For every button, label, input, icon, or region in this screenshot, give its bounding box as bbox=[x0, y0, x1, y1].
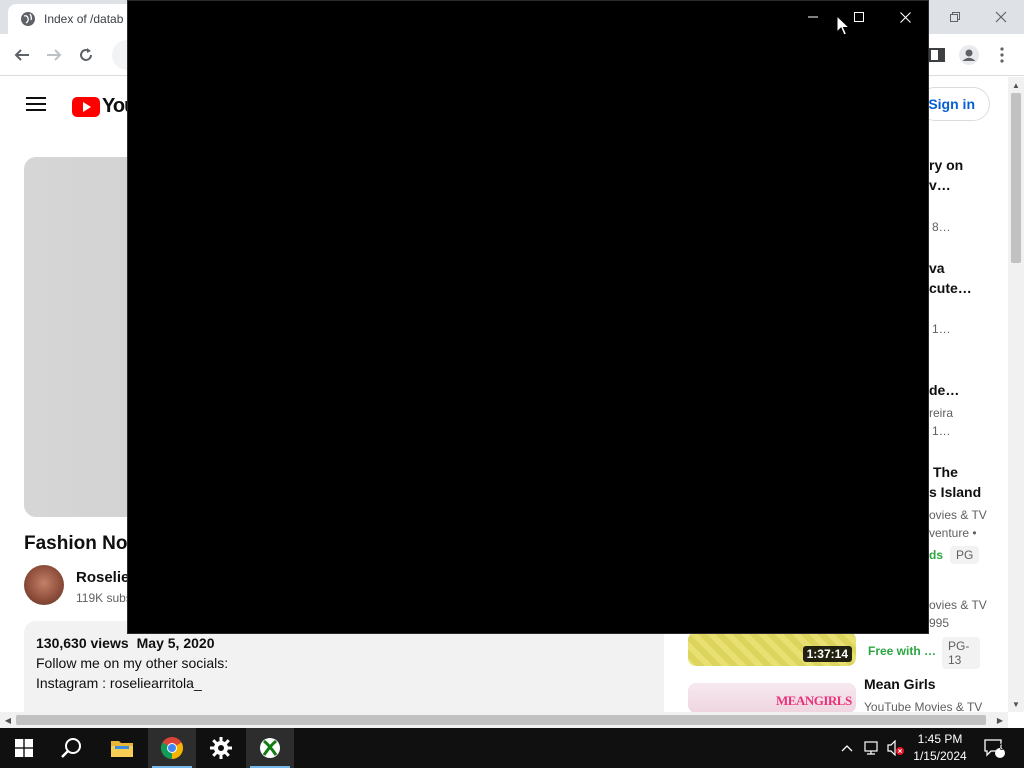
rec-title-fragment[interactable]: de… bbox=[929, 382, 959, 398]
video-title: Fashion Nov bbox=[24, 533, 139, 554]
description-line: Instagram : roseliearritola_ bbox=[36, 675, 202, 691]
settings-taskbar-button[interactable] bbox=[197, 728, 245, 768]
mouse-cursor-icon bbox=[836, 15, 850, 36]
rating-badge: PG bbox=[950, 546, 980, 564]
search-icon bbox=[61, 738, 81, 758]
profile-button[interactable] bbox=[955, 41, 983, 69]
free-with-ads-badge: ds bbox=[929, 548, 944, 562]
rec-title-fragment[interactable]: v… bbox=[929, 177, 951, 193]
scroll-up-icon[interactable]: ▲ bbox=[1008, 77, 1024, 93]
rec-meta-fragment: 1… bbox=[932, 424, 951, 438]
chrome-taskbar-button[interactable] bbox=[148, 728, 196, 768]
scroll-thumb[interactable] bbox=[1011, 93, 1021, 263]
black-app-window[interactable] bbox=[127, 0, 929, 634]
start-button[interactable] bbox=[0, 728, 48, 768]
hamburger-menu-icon[interactable] bbox=[26, 97, 46, 111]
browser-restore-button[interactable] bbox=[932, 0, 978, 34]
rec-title-fragment[interactable]: ry on bbox=[929, 157, 963, 173]
rec-title[interactable]: Mean Girls bbox=[864, 676, 936, 692]
taskbar-search-button[interactable] bbox=[48, 728, 96, 768]
rec-meta-fragment: 1… bbox=[932, 322, 951, 336]
kebab-menu-icon bbox=[1000, 47, 1004, 63]
desktop: Index of /datab You Sign in Fashion Nov … bbox=[0, 0, 1024, 768]
xbox-icon bbox=[260, 738, 280, 758]
scroll-down-icon[interactable]: ▼ bbox=[1008, 696, 1024, 712]
vertical-scrollbar[interactable]: ▲ ▼ bbox=[1008, 77, 1024, 712]
minimize-button[interactable] bbox=[790, 1, 836, 33]
xbox-taskbar-button[interactable] bbox=[246, 728, 294, 768]
chevron-up-icon bbox=[841, 745, 853, 752]
rec-title-fragment[interactable]: s Island bbox=[929, 484, 981, 500]
description-line: Follow me on my other socials: bbox=[36, 655, 229, 671]
rec-channel-fragment: ovies & TV bbox=[929, 508, 987, 522]
arrow-right-icon bbox=[47, 49, 62, 61]
rating-badge: PG-13 bbox=[942, 637, 980, 669]
video-duration: 1:37:14 bbox=[802, 646, 852, 662]
show-hidden-icons-button[interactable] bbox=[838, 728, 856, 768]
rec-year-fragment: 995 bbox=[929, 616, 950, 630]
rec-genre-fragment: venture • bbox=[929, 526, 977, 540]
rec-thumbnail[interactable]: 1:37:14 bbox=[688, 632, 856, 666]
volume-button[interactable] bbox=[884, 728, 906, 768]
channel-name[interactable]: Roselie bbox=[76, 569, 129, 586]
clock-date: 1/15/2024 bbox=[913, 749, 967, 763]
youtube-play-icon bbox=[72, 96, 100, 117]
file-explorer-icon bbox=[111, 741, 133, 757]
reload-button[interactable] bbox=[72, 41, 100, 69]
settings-gear-icon bbox=[210, 737, 232, 759]
close-icon bbox=[995, 11, 1007, 23]
scroll-thumb[interactable] bbox=[16, 715, 986, 725]
clock-time: 1:45 PM bbox=[917, 732, 963, 746]
volume-muted-icon bbox=[887, 740, 904, 756]
rec-title-fragment[interactable]: The bbox=[933, 464, 958, 480]
chrome-icon bbox=[161, 737, 183, 759]
subscriber-count: 119K subs bbox=[76, 591, 132, 605]
browser-close-button[interactable] bbox=[978, 0, 1024, 34]
rec-channel-fragment: ovies & TV bbox=[929, 598, 987, 612]
profile-icon bbox=[959, 45, 979, 65]
rec-meta-fragment: 8… bbox=[932, 220, 951, 234]
action-center-button[interactable]: 3 bbox=[980, 728, 1008, 768]
close-icon bbox=[899, 11, 911, 23]
close-window-button[interactable] bbox=[882, 1, 928, 33]
start-icon bbox=[15, 739, 33, 757]
tab-title: Index of /datab bbox=[44, 12, 124, 26]
globe-icon bbox=[21, 12, 35, 26]
reload-icon bbox=[80, 48, 92, 61]
youtube-logo[interactable]: You bbox=[72, 95, 136, 118]
video-description[interactable]: 130,630 views May 5, 2020 Follow me on my… bbox=[24, 621, 664, 713]
forward-button[interactable] bbox=[40, 41, 68, 69]
upload-date: May 5, 2020 bbox=[136, 635, 215, 651]
windows-taskbar: 1:45 PM 1/15/2024 3 bbox=[0, 728, 1024, 768]
network-icon bbox=[864, 741, 878, 755]
rec-title-fragment[interactable]: cute… bbox=[929, 280, 972, 296]
scroll-left-icon[interactable]: ◀ bbox=[0, 712, 16, 728]
notification-count: 3 bbox=[999, 742, 1005, 752]
free-with-ads-badge: Free with … bbox=[868, 644, 937, 658]
system-clock[interactable]: 1:45 PM 1/15/2024 bbox=[906, 731, 974, 765]
rec-channel-fragment: reira bbox=[929, 406, 954, 420]
restore-icon bbox=[950, 12, 960, 22]
sign-in-label: Sign in bbox=[928, 96, 975, 112]
browser-menu-button[interactable] bbox=[988, 41, 1016, 69]
channel-avatar[interactable] bbox=[24, 565, 64, 605]
scroll-right-icon[interactable]: ▶ bbox=[992, 712, 1008, 728]
thumbnail-text: MEANGIRLS bbox=[776, 693, 852, 708]
view-count: 130,630 views bbox=[36, 635, 129, 651]
rec-title-fragment[interactable]: va bbox=[929, 260, 945, 276]
rec-thumbnail[interactable]: MEANGIRLS bbox=[688, 683, 856, 713]
side-panel-icon bbox=[929, 48, 945, 62]
minimize-icon bbox=[808, 16, 818, 18]
maximize-icon bbox=[854, 12, 864, 22]
back-button[interactable] bbox=[8, 41, 36, 69]
arrow-left-icon bbox=[14, 49, 29, 61]
file-explorer-button[interactable] bbox=[98, 728, 146, 768]
video-meta: 130,630 views May 5, 2020 bbox=[36, 633, 652, 653]
horizontal-scrollbar[interactable]: ◀ ▶ bbox=[0, 712, 1008, 728]
network-button[interactable] bbox=[860, 728, 882, 768]
